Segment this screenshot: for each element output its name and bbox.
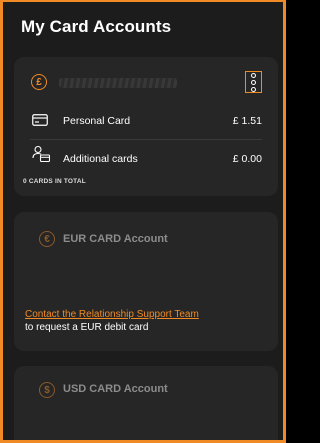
row-divider [30, 139, 262, 140]
more-dot-icon [251, 79, 256, 85]
additional-cards-label: Additional cards [63, 153, 138, 165]
eur-card-account: € EUR CARD Account Contact the Relations… [14, 212, 278, 351]
cards-total-count: 0 CARDS IN TOTAL [23, 178, 86, 185]
dollar-currency-icon: $ [39, 382, 55, 398]
page-title: My Card Accounts [21, 17, 172, 36]
app-frame: My Card Accounts £ Personal Card £ 1.51 [0, 0, 286, 443]
contact-support-note: to request a EUR debit card [25, 322, 149, 333]
personal-card-label: Personal Card [63, 115, 131, 127]
additional-cards-amount: £ 0.00 [232, 153, 262, 165]
masked-account-name [59, 78, 177, 88]
more-dot-icon [251, 72, 256, 78]
usd-account-title: USD CARD Account [63, 383, 168, 395]
pound-currency-icon: £ [31, 74, 47, 90]
eur-account-title: EUR CARD Account [63, 233, 168, 245]
person-card-icon [32, 145, 50, 163]
euro-currency-icon: € [39, 231, 55, 247]
more-options-button[interactable] [245, 71, 262, 93]
personal-card-amount: £ 1.51 [232, 115, 262, 127]
usd-card-account: $ USD CARD Account [14, 366, 278, 440]
card-icon [32, 114, 48, 126]
contact-support-link[interactable]: Contact the Relationship Support Team [25, 309, 199, 320]
gbp-card-account[interactable]: £ Personal Card £ 1.51 Additional cards … [14, 57, 278, 196]
more-dot-icon [251, 86, 256, 92]
